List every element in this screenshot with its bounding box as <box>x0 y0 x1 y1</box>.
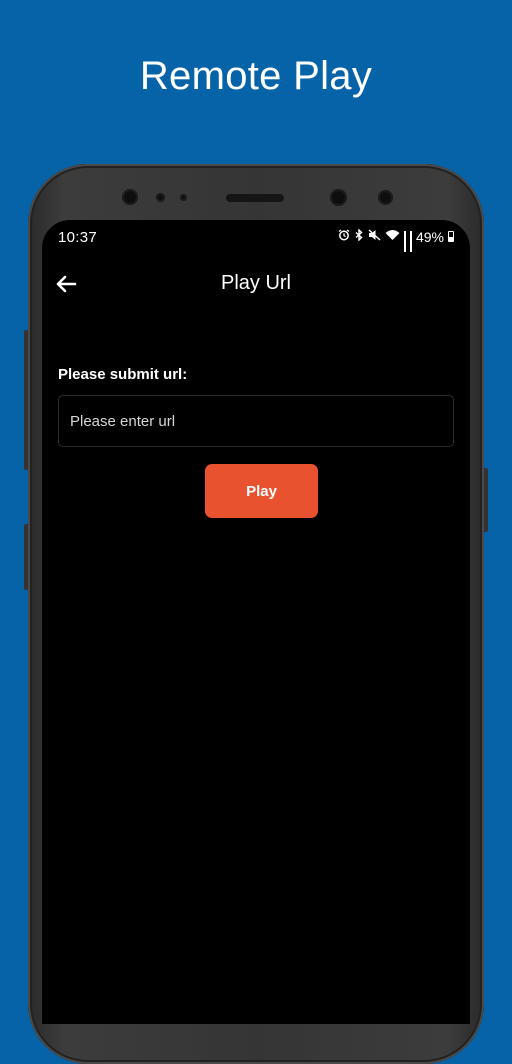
earpiece-speaker <box>226 194 284 202</box>
url-label: Please submit url: <box>58 366 188 383</box>
front-camera-icon <box>122 189 138 205</box>
bluetooth-icon <box>354 228 364 244</box>
sensor-icon <box>156 193 165 202</box>
battery-percent: 49% <box>415 228 444 245</box>
sensor-icon <box>180 194 187 201</box>
front-camera-icon <box>330 189 347 206</box>
app-bar: Play Url <box>42 264 470 308</box>
promo-title: Remote Play <box>139 54 373 98</box>
back-button[interactable] <box>52 270 80 298</box>
battery-icon <box>448 231 454 242</box>
page-title: Play Url <box>220 272 291 294</box>
arrow-left-icon <box>56 275 77 293</box>
signal-icon <box>409 230 412 252</box>
phone-screen: 10:37 49% Play Url Please submit url: Pl… <box>42 220 470 1024</box>
mute-icon <box>368 229 381 244</box>
status-bar: 10:37 49% <box>42 220 470 256</box>
status-time: 10:37 <box>58 229 98 246</box>
wifi-icon <box>385 229 400 244</box>
play-button[interactable]: Play <box>205 464 318 518</box>
alarm-icon <box>338 229 350 244</box>
signal-icon <box>403 230 406 252</box>
url-input[interactable] <box>58 395 454 447</box>
status-icons: 49% <box>338 228 454 252</box>
iris-scanner-icon <box>378 190 393 205</box>
